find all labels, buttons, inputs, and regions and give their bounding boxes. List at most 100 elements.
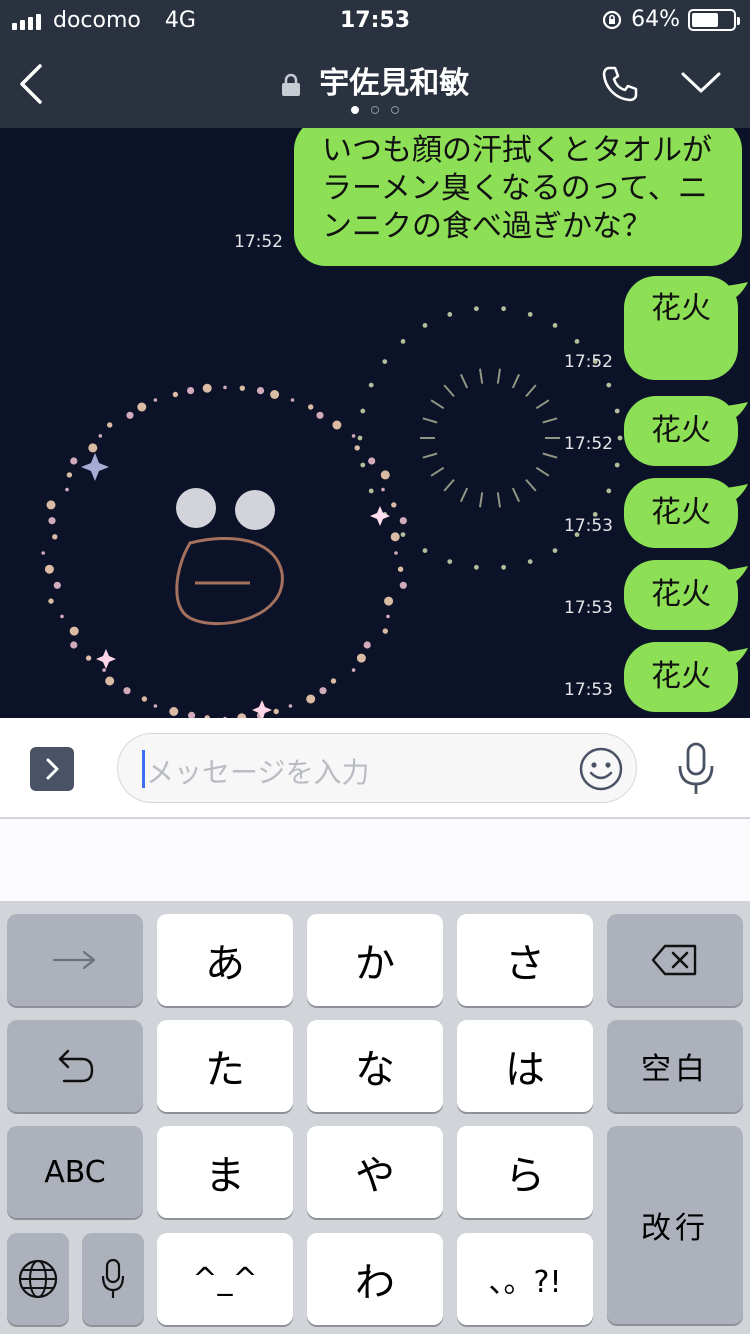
- undo-key[interactable]: [7, 1020, 143, 1112]
- firework-streak: [430, 399, 445, 410]
- firework-spark: [386, 614, 390, 619]
- firework-spark: [397, 566, 404, 572]
- text-caret: [142, 750, 145, 788]
- message-text: 花火: [651, 577, 711, 612]
- message-bubble[interactable]: 花火: [624, 396, 748, 466]
- kana-key-ha[interactable]: は: [457, 1020, 593, 1112]
- backspace-key[interactable]: [607, 914, 743, 1006]
- firework-streak: [496, 368, 501, 384]
- status-bar: docomo 4G 17:53 64%: [0, 0, 750, 42]
- firework-spark: [46, 500, 56, 510]
- orientation-lock-icon: [602, 10, 622, 29]
- firework-streak: [459, 373, 469, 389]
- bubble-tail: [726, 484, 748, 502]
- kana-key-wa[interactable]: わ: [307, 1233, 443, 1325]
- firework-spark: [422, 323, 428, 328]
- message-text: いつも顔の汗拭くとタオルがラーメン臭くなるのって、ニンニクの食べ過ぎかな？: [322, 133, 712, 244]
- firework-streak: [422, 417, 438, 424]
- message-text: 花火: [651, 659, 711, 694]
- chevron-down-icon[interactable]: [680, 70, 722, 96]
- firework-spark: [422, 548, 428, 553]
- firework-spark: [65, 487, 69, 492]
- firework-spark: [360, 408, 366, 414]
- kana-key-ma[interactable]: ま: [157, 1126, 293, 1218]
- battery-percent: 64%: [631, 7, 680, 32]
- page-dot: [391, 106, 399, 114]
- firework-spark: [48, 517, 56, 525]
- firework-spark: [70, 457, 78, 465]
- firework-streak: [511, 373, 521, 389]
- emoji-icon[interactable]: [578, 746, 624, 792]
- kana-key-ka[interactable]: か: [307, 914, 443, 1006]
- bubble-tail: [726, 402, 748, 420]
- message-time: 17:52: [564, 352, 613, 372]
- expand-menu-button[interactable]: [30, 747, 74, 791]
- undo-icon: [58, 1049, 94, 1083]
- message-bubble[interactable]: 花火: [624, 560, 748, 630]
- kana-key-sa[interactable]: さ: [457, 914, 593, 1006]
- message-input-bar: メッセージを入力: [0, 718, 750, 818]
- firework-spark: [399, 517, 407, 525]
- punctuation-key[interactable]: 、。?!: [457, 1233, 593, 1325]
- message-text: 花火: [651, 291, 711, 326]
- arrow-right-icon: [52, 950, 96, 970]
- firework-spark: [52, 534, 58, 540]
- firework-spark: [187, 387, 195, 395]
- dictation-key[interactable]: [82, 1233, 144, 1325]
- firework-spark: [88, 443, 98, 453]
- globe-key[interactable]: [7, 1233, 69, 1325]
- firework-spark: [357, 435, 363, 441]
- firework-spark: [399, 581, 407, 589]
- firework-spark: [123, 687, 131, 695]
- kana-key-ra[interactable]: ら: [457, 1126, 593, 1218]
- firework-streak: [535, 399, 550, 410]
- firework-spark: [44, 564, 54, 574]
- firework-streak: [542, 452, 558, 459]
- firework-spark: [614, 462, 620, 468]
- kana-key-a[interactable]: あ: [157, 914, 293, 1006]
- kaomoji-key[interactable]: ^_^: [157, 1233, 293, 1325]
- firework-spark: [391, 502, 397, 508]
- message-bubble[interactable]: 花火: [624, 276, 748, 380]
- lock-icon: [281, 73, 300, 96]
- message-time: 17:53: [564, 598, 613, 618]
- message-input-placeholder: メッセージを入力: [146, 756, 370, 789]
- firework-spark: [382, 359, 388, 364]
- chat-area[interactable]: いつも顔の汗拭くとタオルがラーメン臭くなるのって、ニンニクの食べ過ぎかな？ 17…: [0, 128, 750, 718]
- firework-spark: [141, 696, 148, 702]
- bubble-tail: [726, 648, 748, 666]
- firework-spark: [105, 676, 115, 686]
- firework-spark: [319, 687, 327, 695]
- arrow-right-key[interactable]: [7, 914, 143, 1006]
- firework-streak: [443, 478, 455, 492]
- message-time: 17:52: [234, 232, 283, 252]
- message-bubble[interactable]: いつも顔の汗拭くとタオルがラーメン臭くなるのって、ニンニクの食べ過ぎかな？: [294, 128, 742, 266]
- abc-key[interactable]: ABC: [7, 1126, 143, 1218]
- phone-icon[interactable]: [600, 64, 640, 104]
- firework-spark: [169, 707, 179, 716]
- kana-key-ya[interactable]: や: [307, 1126, 443, 1218]
- firework-streak: [479, 492, 484, 508]
- firework-spark: [606, 488, 612, 494]
- kana-key-na[interactable]: な: [307, 1020, 443, 1112]
- firework-spark: [85, 655, 92, 661]
- message-bubble[interactable]: 花火: [624, 478, 748, 548]
- space-key[interactable]: 空白: [607, 1020, 743, 1112]
- firework-spark: [290, 398, 295, 402]
- firework-spark: [390, 532, 400, 542]
- message-input[interactable]: メッセージを入力: [117, 733, 637, 803]
- firework-spark: [447, 312, 453, 317]
- firework-spark: [360, 462, 366, 468]
- firework-spark: [368, 457, 376, 465]
- firework-spark: [66, 472, 73, 478]
- firework-spark: [351, 434, 356, 438]
- message-bubble[interactable]: 花火: [624, 642, 748, 712]
- firework-spark: [273, 708, 279, 715]
- firework-spark: [501, 306, 506, 312]
- voice-input-icon[interactable]: [676, 742, 716, 796]
- globe-icon: [18, 1259, 58, 1299]
- space-key-label: 空白: [641, 1052, 709, 1087]
- input-spacer: [0, 819, 750, 901]
- kana-key-ta[interactable]: た: [157, 1020, 293, 1112]
- return-key[interactable]: 改行: [607, 1126, 743, 1324]
